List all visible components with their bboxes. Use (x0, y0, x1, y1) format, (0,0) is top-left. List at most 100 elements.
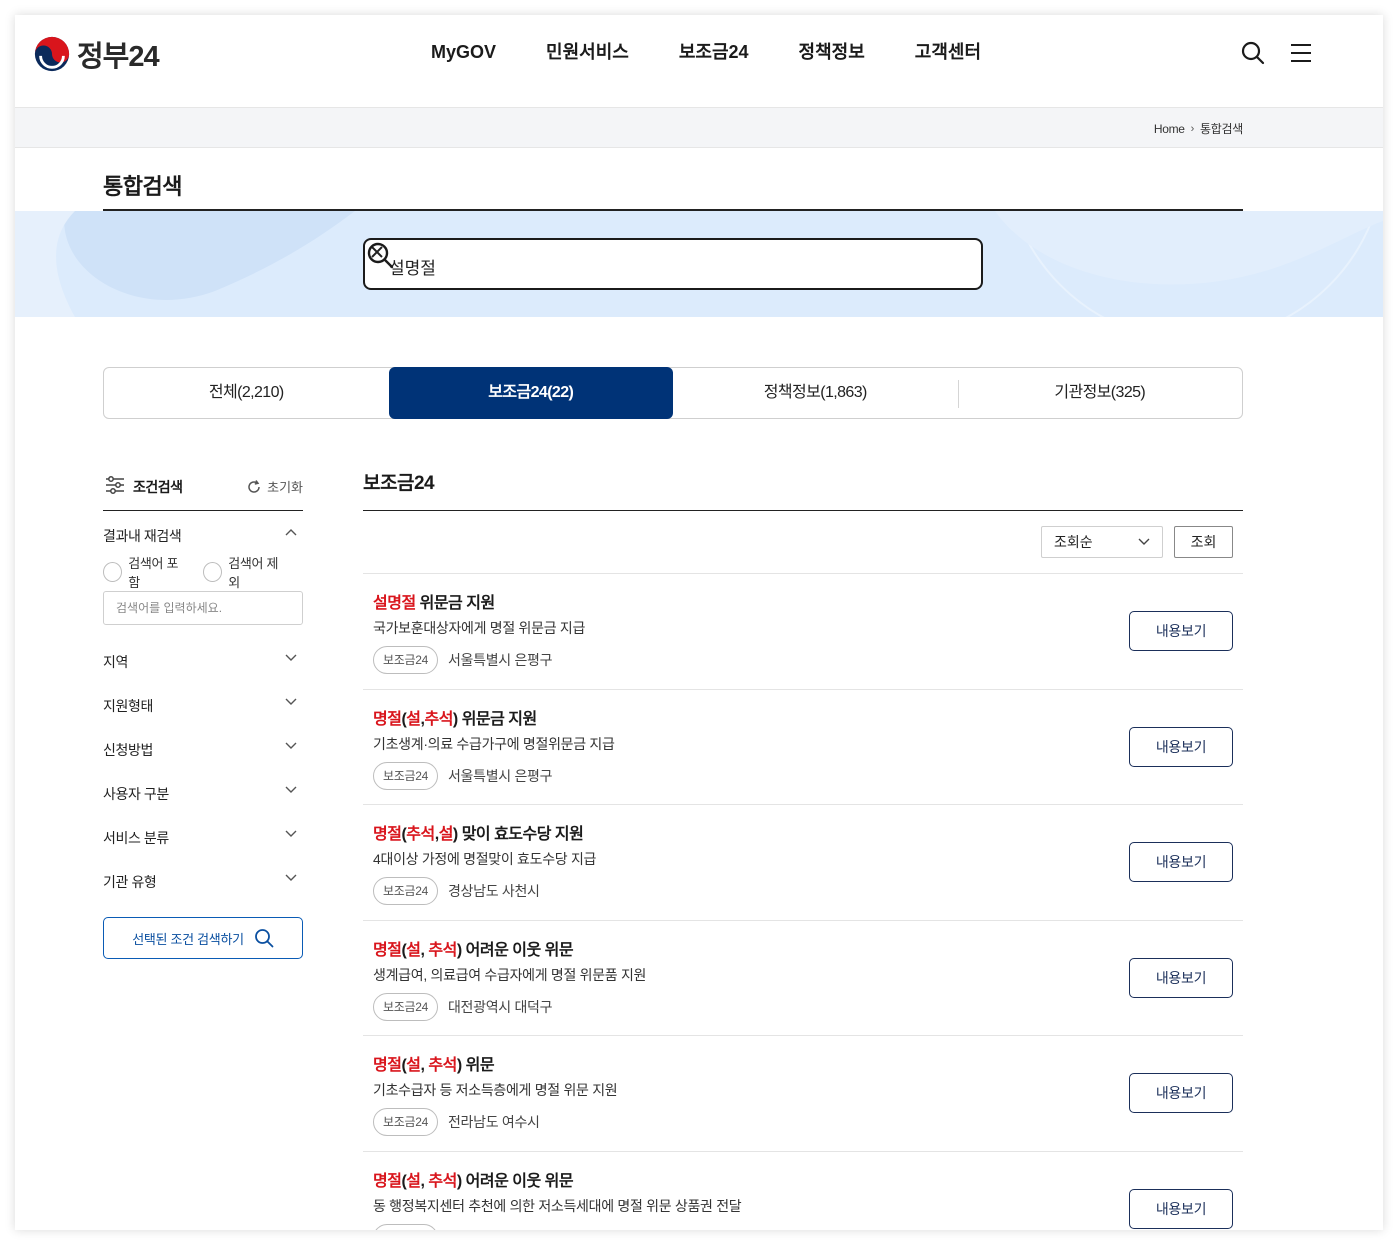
radio-include[interactable] (103, 562, 123, 582)
taegeuk-logo-icon (34, 36, 70, 72)
highlight-keyword: 추석 (406, 826, 435, 843)
chevron-down-icon (285, 654, 297, 661)
research-input[interactable]: 검색어를 입력하세요. (103, 591, 303, 625)
research-options: 검색어 포함 검색어 제외 (103, 556, 303, 590)
main-nav: MyGOV 민원서비스 보조금24 정책정보 고객센터 (431, 40, 1031, 64)
breadcrumb-bar: Home › 통합검색 (15, 107, 1383, 148)
breadcrumb-current: 통합검색 (1200, 122, 1243, 136)
result-meta: 보조금24 서울특별시 은평구 (373, 761, 553, 790)
search-icon (254, 929, 274, 948)
chevron-down-icon (1138, 538, 1150, 545)
result-item: 명절(설, 추석) 위문 기초수급자 등 저소득층에게 명절 위문 지원 보조금24… (363, 1036, 1243, 1152)
view-detail-button[interactable]: 내용보기 (1129, 1188, 1233, 1229)
category-tag: 보조금24 (373, 1223, 438, 1230)
view-detail-button[interactable]: 내용보기 (1129, 1073, 1233, 1113)
result-region: 서울특별시 은평구 (447, 652, 553, 668)
view-detail-button[interactable]: 내용보기 (1129, 842, 1233, 882)
accordion-label: 지역 (103, 654, 128, 670)
logo-text: 정부24 (77, 41, 160, 73)
highlight-keyword: 명절 (373, 1172, 402, 1190)
accordion-apply-method[interactable]: 신청방법 (103, 725, 303, 769)
filter-sidebar: 조건검색 초기화 결과내 재검색 검색어 포함 검색어 제외 검색어를 입력하세… (103, 471, 303, 959)
tab-policy-info-label: 정책정보(1,863) (763, 384, 868, 401)
result-item: 명절(설,추석) 위문금 지원 기초생계·의료 수급가구에 명절위문금 지급 보조금… (363, 690, 1243, 805)
menu-icon[interactable] (1288, 40, 1314, 66)
sort-submit-button[interactable]: 조회 (1174, 526, 1233, 558)
category-tag: 보조금24 (373, 992, 438, 1021)
accordion-support-type[interactable]: 지원형태 (103, 681, 303, 725)
accordion-research[interactable]: 결과내 재검색 (103, 511, 303, 555)
condition-search-button[interactable]: 선택된 조건 검색하기 (103, 917, 303, 959)
result-region: 대전광역시 대덕구 (447, 998, 553, 1015)
radio-exclude-label: 검색어 제외 (228, 556, 279, 590)
highlight-keyword: 설 (406, 1172, 421, 1190)
radio-exclude[interactable] (203, 562, 223, 582)
condition-search-label: 선택된 조건 검색하기 (132, 931, 244, 947)
result-meta: 보조금24 전라남도 여수시 (373, 1108, 540, 1136)
filter-sliders-icon (106, 476, 124, 494)
accordion-label: 신청방법 (103, 742, 153, 758)
search-banner: 설명절 (15, 211, 1383, 317)
site-logo[interactable]: 정부24 (33, 33, 160, 75)
highlight-keyword: 설명절 (373, 595, 416, 612)
result-title[interactable]: 명절(설, 추석) 어려운 이웃 위문 (373, 936, 574, 960)
reset-button[interactable]: 초기화 (246, 477, 303, 496)
nav-item-civil-service[interactable]: 민원서비스 (546, 40, 629, 64)
accordion-service-category[interactable]: 서비스 분류 (103, 813, 303, 857)
accordion-region[interactable]: 지역 (103, 637, 303, 681)
sort-select[interactable]: 조회순 (1041, 526, 1163, 558)
title-text: ) 어려운 이웃 위문 (456, 1172, 574, 1190)
site-header: 정부24 MyGOV 민원서비스 보조금24 정책정보 고객센터 (15, 15, 1383, 107)
nav-item-policy-info[interactable]: 정책정보 (799, 40, 865, 64)
reset-label: 초기화 (267, 480, 303, 495)
chevron-down-icon (285, 698, 297, 705)
search-submit-icon[interactable] (365, 240, 395, 270)
nav-item-mygov[interactable]: MyGOV (431, 40, 496, 64)
chevron-up-icon (285, 529, 297, 536)
tab-divider (957, 380, 959, 408)
results-section: 보조금24 조회순 조회 설명절 위문금 지원 국가보훈대상자에게 명절 위문금 … (363, 471, 1243, 1230)
result-title[interactable]: 명절(추석,설) 맞이 효도수당 지원 (373, 820, 584, 844)
highlight-keyword: 설 (438, 826, 454, 843)
highlight-keyword: 명절 (373, 826, 402, 843)
accordion-label: 지원형태 (103, 698, 153, 714)
highlight-keyword: 명절 (373, 941, 402, 959)
chevron-down-icon (285, 874, 297, 881)
highlight-keyword: 추석 (428, 941, 457, 959)
results-title: 보조금24 (363, 471, 1243, 511)
accordion-user-type[interactable]: 사용자 구분 (103, 769, 303, 813)
result-title[interactable]: 명절(설, 추석) 위문 (373, 1051, 495, 1075)
accordion-agency-type[interactable]: 기관 유형 (103, 857, 303, 901)
result-title[interactable]: 명절(설, 추석) 어려운 이웃 위문 (373, 1167, 574, 1191)
tab-policy-info[interactable]: 정책정보(1,863) (673, 368, 958, 418)
result-title[interactable]: 설명절 위문금 지원 (373, 589, 495, 613)
nav-item-customer-center[interactable]: 고객센터 (915, 40, 981, 64)
view-detail-button[interactable]: 내용보기 (1129, 611, 1233, 651)
nav-item-subsidy24[interactable]: 보조금24 (679, 40, 749, 64)
highlight-keyword: 추석 (428, 1057, 457, 1074)
result-list: 설명절 위문금 지원 국가보훈대상자에게 명절 위문금 지급 보조금24 서울특별시 … (363, 574, 1243, 1230)
result-title[interactable]: 명절(설,추석) 위문금 지원 (373, 705, 537, 729)
result-description: 4대이상 가정에 명절맞이 효도수당 지급 (373, 851, 597, 867)
breadcrumb-home[interactable]: Home (1154, 122, 1185, 136)
highlight-keyword: 설 (406, 941, 421, 959)
category-tag: 보조금24 (373, 646, 438, 674)
search-icon[interactable] (1240, 40, 1266, 66)
result-meta: 보조금24 대전광역시 대덕구 (373, 992, 553, 1021)
title-text: ) 위문금 지원 (452, 710, 537, 728)
result-region: 경상남도 사천시 (447, 883, 540, 899)
accordion-label: 사용자 구분 (103, 786, 169, 802)
tab-subsidy24[interactable]: 보조금24(22) (388, 367, 673, 419)
highlight-keyword: 설 (406, 1057, 421, 1074)
tab-all[interactable]: 전체(2,210) (104, 368, 389, 418)
breadcrumb: Home › 통합검색 (1154, 120, 1243, 137)
view-detail-button[interactable]: 내용보기 (1129, 726, 1233, 767)
tab-agency-info[interactable]: 기관정보(325) (957, 368, 1243, 418)
search-input[interactable]: 설명절 (389, 254, 436, 279)
category-tag: 보조금24 (373, 1108, 438, 1136)
result-meta: 보조금24 서울특별시 은평구 (373, 646, 553, 674)
result-item: 명절(추석,설) 맞이 효도수당 지원 4대이상 가정에 명절맞이 효도수당 지급… (363, 805, 1243, 921)
chevron-down-icon (285, 830, 297, 837)
page-title: 통합검색 (103, 174, 182, 199)
view-detail-button[interactable]: 내용보기 (1129, 957, 1233, 998)
